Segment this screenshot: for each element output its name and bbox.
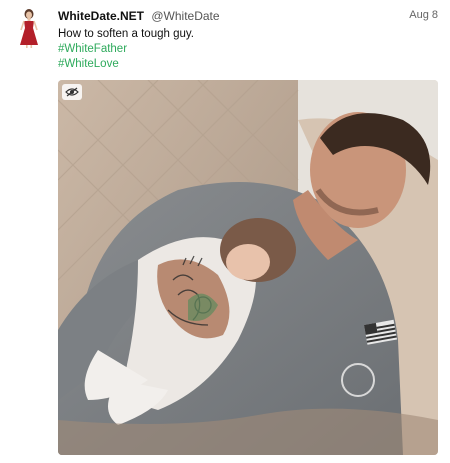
hashtag-link[interactable]: #WhiteFather [58, 43, 127, 55]
eye-slash-icon [65, 87, 79, 97]
avatar[interactable] [14, 8, 44, 48]
sensitive-media-badge[interactable] [62, 84, 82, 100]
display-name[interactable]: WhiteDate.NET [58, 9, 144, 23]
woman-in-red-dress-icon [20, 9, 38, 48]
photo-illustration [58, 80, 438, 455]
tweet-header: WhiteDate.NET @WhiteDate Aug 8 [58, 9, 438, 25]
handle[interactable]: @WhiteDate [151, 9, 219, 23]
tweet-card: WhiteDate.NET @WhiteDate Aug 8 How to so… [0, 0, 450, 463]
hashtag-link[interactable]: #WhiteLove [58, 58, 119, 70]
tweet-photo[interactable] [58, 80, 438, 455]
tweet-date[interactable]: Aug 8 [409, 9, 438, 21]
tweet-text: How to soften a tough guy. [58, 28, 194, 40]
